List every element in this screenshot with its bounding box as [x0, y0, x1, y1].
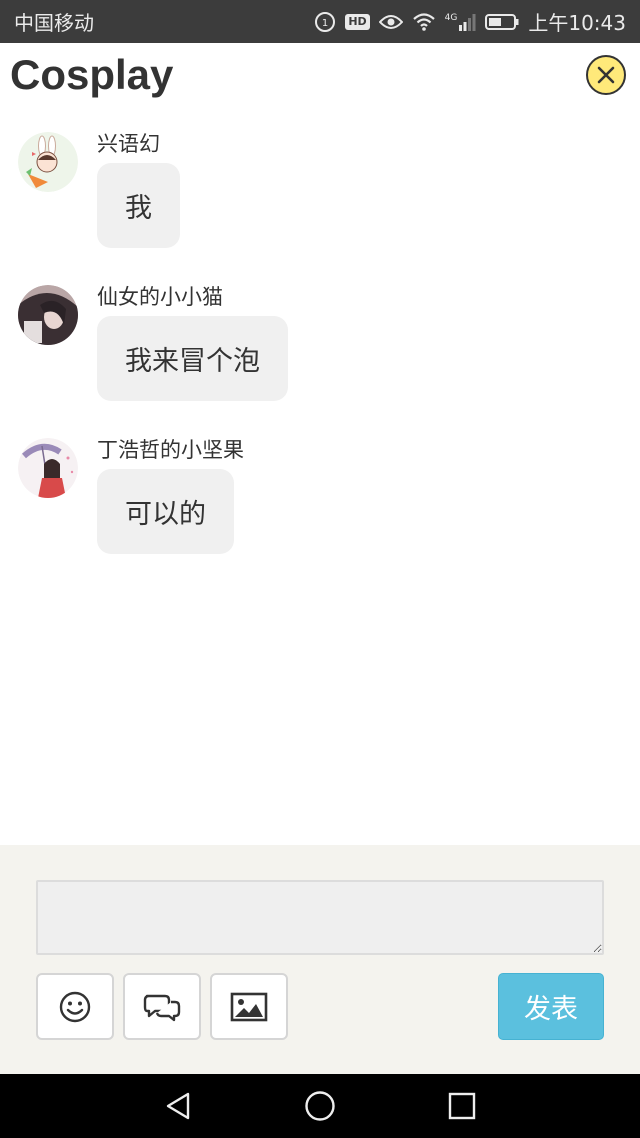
- recents-button[interactable]: [442, 1086, 482, 1126]
- sim-icon: 1: [314, 11, 336, 33]
- message-input[interactable]: [36, 880, 604, 955]
- status-bar: 中国移动 1 HD 4G 上午10:43: [0, 0, 640, 43]
- back-triangle-icon: [166, 1092, 190, 1120]
- sender-name: 仙女的小小猫: [97, 285, 223, 309]
- header: Cosplay: [0, 43, 640, 113]
- image-icon: [230, 992, 268, 1021]
- signal-icon: 4G: [445, 13, 477, 31]
- message-bubble[interactable]: 可以的: [97, 469, 234, 554]
- battery-icon: [485, 13, 519, 31]
- emoji-button[interactable]: [36, 973, 114, 1040]
- home-button[interactable]: [300, 1086, 340, 1126]
- avatar[interactable]: [18, 438, 78, 498]
- back-button[interactable]: [158, 1086, 198, 1126]
- hd-badge: HD: [345, 13, 370, 30]
- message-bubble[interactable]: 我: [97, 163, 180, 248]
- sender-name: 兴语幻: [97, 132, 160, 156]
- chat-bubbles-icon: [143, 994, 181, 1021]
- wifi-icon: [412, 12, 436, 32]
- emoji-icon: [59, 991, 91, 1022]
- status-icons: 1 HD 4G 上午10:43: [314, 7, 626, 36]
- composer: 发表: [0, 845, 640, 1074]
- close-button[interactable]: [586, 55, 626, 95]
- svg-text:1: 1: [322, 18, 328, 29]
- message-bubble[interactable]: 我来冒个泡: [97, 316, 288, 401]
- eye-icon: [378, 14, 403, 30]
- close-x-icon: [597, 66, 615, 84]
- avatar[interactable]: [18, 132, 78, 192]
- avatar[interactable]: [18, 285, 78, 345]
- chat-button[interactable]: [123, 973, 201, 1040]
- send-button[interactable]: 发表: [498, 973, 604, 1040]
- image-button[interactable]: [210, 973, 288, 1040]
- clock: 上午10:43: [528, 11, 626, 35]
- sender-name: 丁浩哲的小坚果: [97, 438, 244, 462]
- navigation-bar: [0, 1074, 640, 1138]
- home-circle-icon: [305, 1091, 335, 1121]
- carrier-name: 中国移动: [14, 11, 94, 35]
- recents-square-icon: [448, 1092, 476, 1120]
- page-title: Cosplay: [10, 51, 174, 98]
